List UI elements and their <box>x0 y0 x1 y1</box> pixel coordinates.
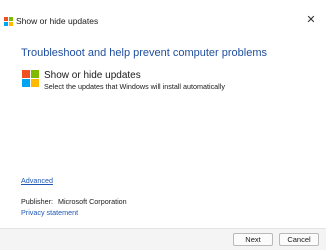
logo-square-red <box>22 70 30 78</box>
logo-square-green <box>31 70 39 78</box>
logo-square-yellow <box>31 79 39 87</box>
logo-square-blue <box>4 22 8 26</box>
windows-logo-icon <box>22 70 39 87</box>
task-title: Show or hide updates <box>44 70 141 81</box>
task-description: Select the updates that Windows will ins… <box>44 82 225 91</box>
windows-logo-icon <box>4 17 13 26</box>
logo-square-green <box>9 17 13 21</box>
page-heading: Troubleshoot and help prevent computer p… <box>21 47 268 59</box>
window-title: Show or hide updates <box>16 16 99 26</box>
wizard-content: Troubleshoot and help prevent computer p… <box>0 34 326 228</box>
advanced-link[interactable]: Advanced <box>21 176 53 185</box>
publisher-value: Microsoft Corporation <box>57 197 127 206</box>
cancel-button[interactable]: Cancel <box>279 233 319 246</box>
button-bar <box>0 228 326 250</box>
title-bar: Show or hide updates ✕ <box>0 0 326 34</box>
publisher-label: Publisher: <box>21 197 53 206</box>
logo-square-yellow <box>9 22 13 26</box>
next-button[interactable]: Next <box>233 233 273 246</box>
publisher-info: Publisher: Microsoft Corporation <box>21 197 127 206</box>
privacy-statement-link[interactable]: Privacy statement <box>21 208 78 217</box>
close-icon[interactable]: ✕ <box>304 13 318 27</box>
logo-square-red <box>4 17 8 21</box>
logo-square-blue <box>22 79 30 87</box>
